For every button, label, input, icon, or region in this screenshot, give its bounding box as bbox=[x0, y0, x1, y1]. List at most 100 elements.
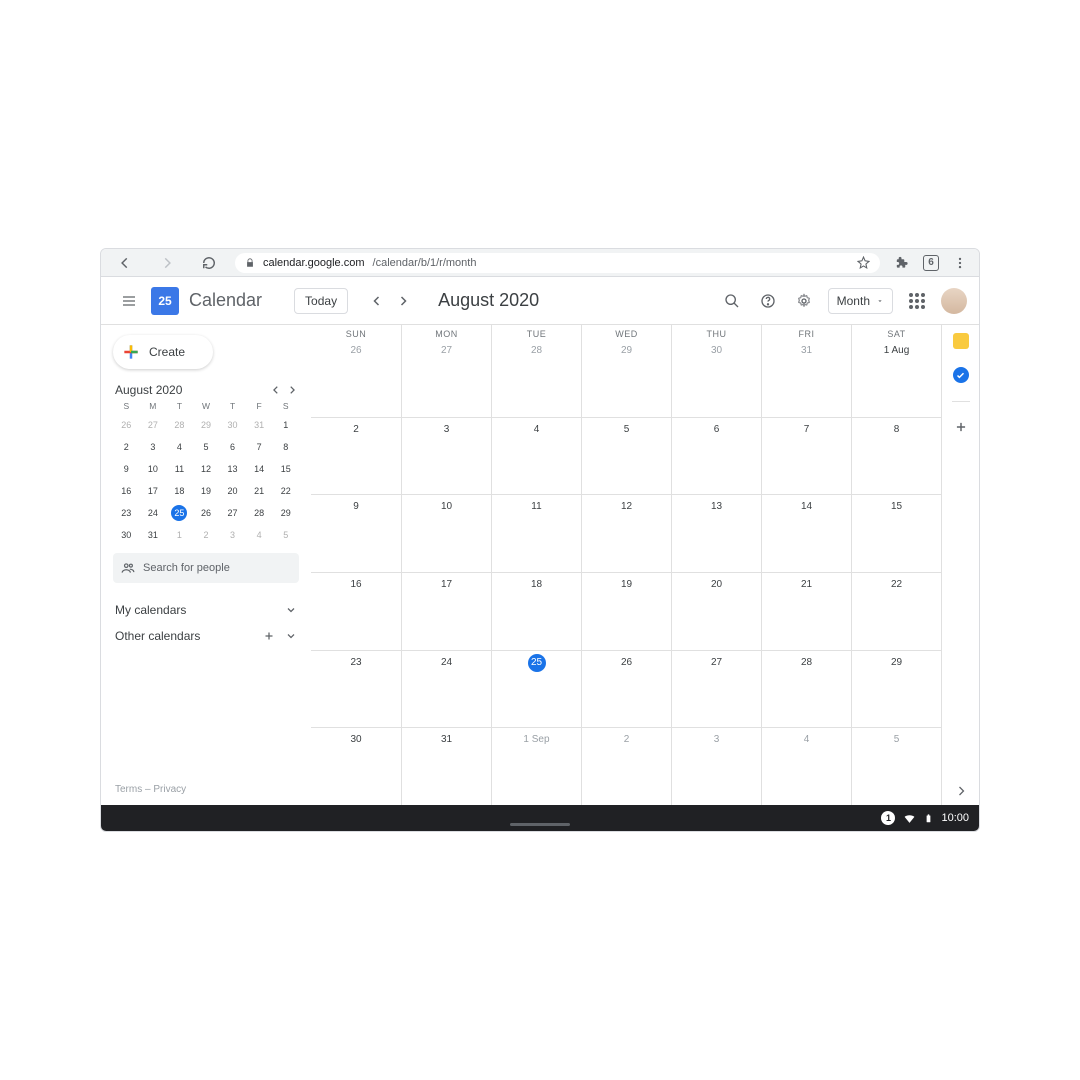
reload-icon[interactable] bbox=[197, 251, 221, 275]
mini-day-cell[interactable]: 5 bbox=[278, 527, 294, 543]
day-cell[interactable]: 29 bbox=[581, 339, 671, 417]
mini-day-cell[interactable]: 12 bbox=[198, 461, 214, 477]
address-bar[interactable]: calendar.google.com/calendar/b/1/r/month bbox=[235, 253, 880, 273]
mini-day-cell[interactable]: 24 bbox=[145, 505, 161, 521]
mini-day-cell[interactable]: 27 bbox=[225, 505, 241, 521]
search-icon[interactable] bbox=[720, 289, 744, 313]
tab-count-badge[interactable]: 6 bbox=[923, 255, 939, 271]
day-cell[interactable]: 5 bbox=[581, 418, 671, 495]
day-cell[interactable]: 28 bbox=[761, 651, 851, 728]
day-cell[interactable]: 8 bbox=[851, 418, 941, 495]
mini-day-cell[interactable]: 21 bbox=[251, 483, 267, 499]
my-calendars-row[interactable]: My calendars bbox=[113, 597, 299, 623]
mini-day-cell[interactable]: 10 bbox=[145, 461, 161, 477]
mini-day-cell[interactable]: 15 bbox=[278, 461, 294, 477]
mini-day-cell[interactable]: 6 bbox=[225, 439, 241, 455]
mini-day-cell[interactable]: 20 bbox=[225, 483, 241, 499]
next-period-icon[interactable] bbox=[392, 290, 414, 312]
mini-day-cell[interactable]: 22 bbox=[278, 483, 294, 499]
day-cell[interactable]: 27 bbox=[401, 339, 491, 417]
day-cell[interactable]: 3 bbox=[671, 728, 761, 805]
mini-day-cell[interactable]: 1 bbox=[278, 417, 294, 433]
mini-day-cell[interactable]: 4 bbox=[171, 439, 187, 455]
mini-day-cell[interactable]: 16 bbox=[118, 483, 134, 499]
settings-gear-icon[interactable] bbox=[792, 289, 816, 313]
mini-day-cell[interactable]: 28 bbox=[171, 417, 187, 433]
mini-day-cell[interactable]: 7 bbox=[251, 439, 267, 455]
day-cell[interactable]: 11 bbox=[491, 495, 581, 572]
day-cell[interactable]: 6 bbox=[671, 418, 761, 495]
main-menu-icon[interactable] bbox=[117, 289, 141, 313]
help-icon[interactable] bbox=[756, 289, 780, 313]
status-tray[interactable]: 1 10:00 bbox=[881, 811, 969, 825]
mini-day-cell[interactable]: 19 bbox=[198, 483, 214, 499]
day-cell[interactable]: 28 bbox=[491, 339, 581, 417]
os-taskbar[interactable]: 1 10:00 bbox=[101, 805, 979, 831]
day-cell[interactable]: 1 Aug bbox=[851, 339, 941, 417]
browser-menu-icon[interactable] bbox=[953, 256, 967, 270]
mini-day-cell[interactable]: 27 bbox=[145, 417, 161, 433]
day-cell[interactable]: 5 bbox=[851, 728, 941, 805]
mini-prev-icon[interactable] bbox=[271, 385, 281, 395]
extensions-icon[interactable] bbox=[894, 255, 909, 270]
day-cell[interactable]: 21 bbox=[761, 573, 851, 650]
day-cell[interactable]: 30 bbox=[671, 339, 761, 417]
mini-day-cell[interactable]: 26 bbox=[118, 417, 134, 433]
day-cell[interactable]: 19 bbox=[581, 573, 671, 650]
add-addon-icon[interactable] bbox=[954, 420, 968, 434]
mini-next-icon[interactable] bbox=[287, 385, 297, 395]
account-avatar[interactable] bbox=[941, 288, 967, 314]
mini-day-cell[interactable]: 31 bbox=[251, 417, 267, 433]
add-other-calendar-icon[interactable] bbox=[263, 630, 275, 642]
day-cell[interactable]: 2 bbox=[311, 418, 401, 495]
mini-day-cell[interactable]: 25 bbox=[171, 505, 187, 521]
day-cell[interactable]: 4 bbox=[491, 418, 581, 495]
day-cell[interactable]: 7 bbox=[761, 418, 851, 495]
mini-day-cell[interactable]: 8 bbox=[278, 439, 294, 455]
mini-day-cell[interactable]: 3 bbox=[225, 527, 241, 543]
day-cell[interactable]: 26 bbox=[581, 651, 671, 728]
bookmark-star-icon[interactable] bbox=[857, 256, 870, 269]
day-cell[interactable]: 29 bbox=[851, 651, 941, 728]
day-cell[interactable]: 17 bbox=[401, 573, 491, 650]
day-cell[interactable]: 13 bbox=[671, 495, 761, 572]
day-cell[interactable]: 23 bbox=[311, 651, 401, 728]
day-cell[interactable]: 14 bbox=[761, 495, 851, 572]
keep-icon[interactable] bbox=[953, 333, 969, 349]
mini-day-cell[interactable]: 17 bbox=[145, 483, 161, 499]
mini-day-cell[interactable]: 5 bbox=[198, 439, 214, 455]
collapse-panel-icon[interactable] bbox=[955, 785, 967, 797]
day-cell[interactable]: 27 bbox=[671, 651, 761, 728]
mini-day-cell[interactable]: 9 bbox=[118, 461, 134, 477]
mini-day-cell[interactable]: 29 bbox=[278, 505, 294, 521]
day-cell[interactable]: 26 bbox=[311, 339, 401, 417]
mini-day-cell[interactable]: 4 bbox=[251, 527, 267, 543]
mini-day-cell[interactable]: 31 bbox=[145, 527, 161, 543]
mini-day-cell[interactable]: 3 bbox=[145, 439, 161, 455]
mini-day-cell[interactable]: 30 bbox=[225, 417, 241, 433]
day-cell[interactable]: 4 bbox=[761, 728, 851, 805]
day-cell[interactable]: 24 bbox=[401, 651, 491, 728]
terms-link[interactable]: Terms bbox=[115, 784, 142, 795]
day-cell[interactable]: 3 bbox=[401, 418, 491, 495]
back-icon[interactable] bbox=[113, 251, 137, 275]
mini-day-cell[interactable]: 2 bbox=[118, 439, 134, 455]
prev-period-icon[interactable] bbox=[366, 290, 388, 312]
day-cell[interactable]: 12 bbox=[581, 495, 671, 572]
mini-day-cell[interactable]: 11 bbox=[171, 461, 187, 477]
forward-icon[interactable] bbox=[155, 251, 179, 275]
day-cell[interactable]: 1 Sep bbox=[491, 728, 581, 805]
google-apps-icon[interactable] bbox=[905, 289, 929, 313]
day-cell[interactable]: 31 bbox=[401, 728, 491, 805]
day-cell[interactable]: 31 bbox=[761, 339, 851, 417]
day-cell[interactable]: 22 bbox=[851, 573, 941, 650]
day-cell[interactable]: 16 bbox=[311, 573, 401, 650]
search-people-input[interactable]: Search for people bbox=[113, 553, 299, 583]
create-button[interactable]: Create bbox=[113, 335, 213, 369]
mini-calendar[interactable]: SMTWTFS262728293031123456789101112131415… bbox=[113, 401, 299, 543]
mini-day-cell[interactable]: 18 bbox=[171, 483, 187, 499]
today-button[interactable]: Today bbox=[294, 288, 348, 314]
day-cell[interactable]: 30 bbox=[311, 728, 401, 805]
mini-day-cell[interactable]: 29 bbox=[198, 417, 214, 433]
day-cell[interactable]: 15 bbox=[851, 495, 941, 572]
